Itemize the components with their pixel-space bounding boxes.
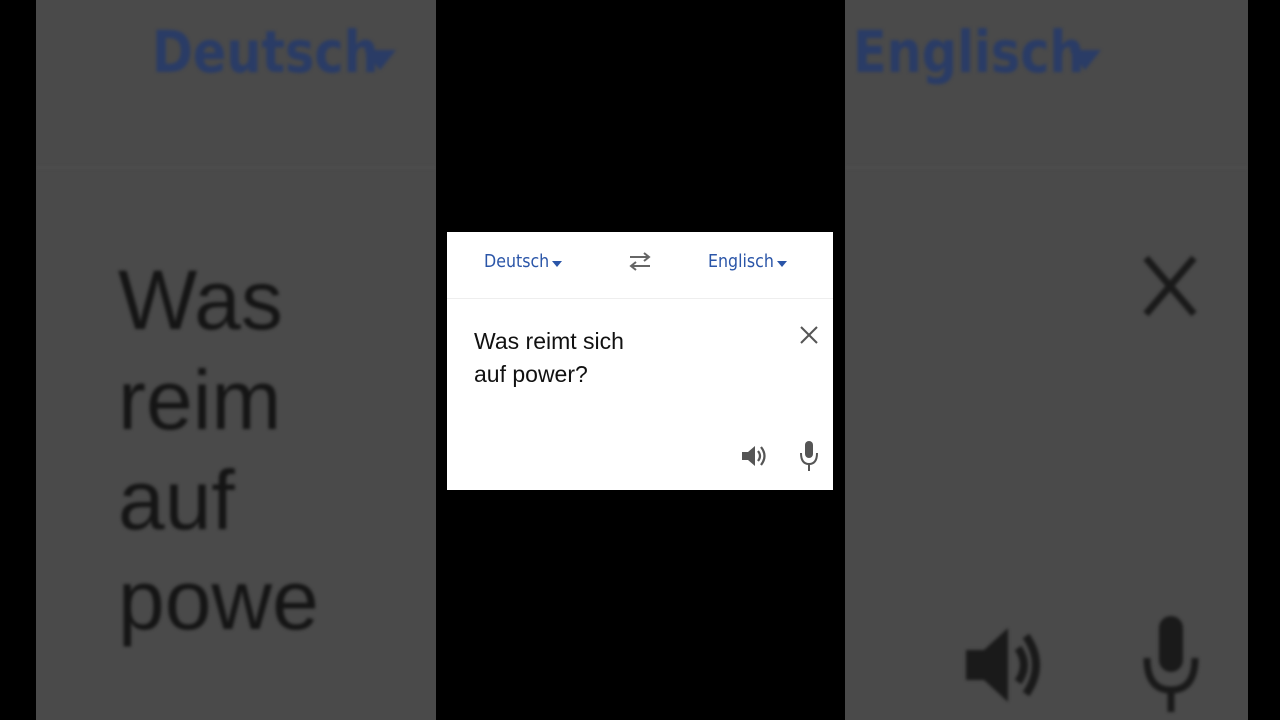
target-language-selector[interactable]: Englisch — [708, 251, 774, 272]
background-panel-right: Englisch — [845, 0, 1248, 720]
background-close-icon — [1143, 255, 1197, 317]
source-language-selector[interactable]: Deutsch — [484, 251, 549, 272]
background-microphone-icon — [1143, 616, 1199, 712]
microphone-icon[interactable] — [799, 440, 819, 472]
translator-card: Deutsch Englisch Was reimt sich auf powe… — [447, 232, 833, 490]
background-caret-icon — [1069, 50, 1101, 70]
background-panel-left: Deutsch Was reim auf powe — [36, 0, 436, 720]
background-source-language: Deutsch — [152, 18, 379, 86]
background-divider — [845, 167, 1248, 168]
background-caret-icon — [364, 50, 396, 70]
source-text-input[interactable]: Was reimt sich auf power? — [474, 325, 734, 391]
close-icon[interactable] — [798, 324, 820, 346]
speaker-icon[interactable] — [740, 442, 768, 470]
divider — [447, 298, 833, 299]
background-speaker-icon — [966, 628, 1040, 702]
background-input-text: Was reim auf powe — [118, 253, 319, 647]
target-language-caret-icon[interactable] — [777, 261, 787, 267]
background-divider — [36, 167, 436, 168]
source-language-caret-icon[interactable] — [552, 261, 562, 267]
language-bar: Deutsch Englisch — [447, 232, 833, 298]
background-target-language: Englisch — [853, 18, 1085, 86]
swap-languages-icon[interactable] — [627, 249, 653, 275]
